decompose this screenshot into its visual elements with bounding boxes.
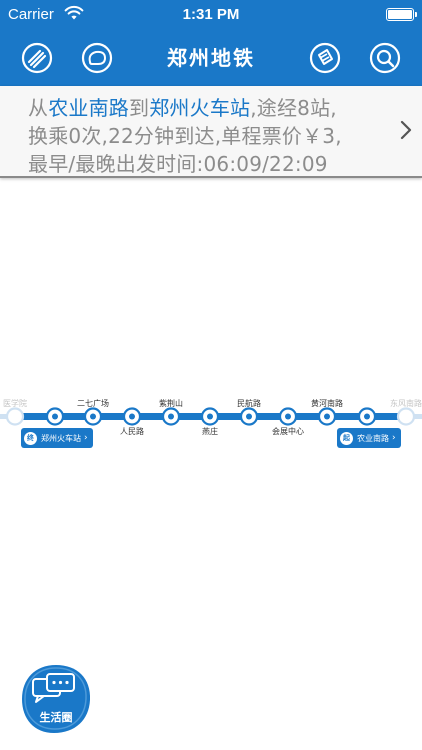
station-dot-center bbox=[207, 413, 213, 420]
station-label[interactable]: 黄河南路 bbox=[311, 398, 343, 409]
station-dot[interactable] bbox=[5, 407, 25, 426]
search-icon[interactable] bbox=[368, 41, 402, 75]
station-label[interactable]: 二七广场 bbox=[77, 398, 109, 409]
station-label[interactable]: 医学院 bbox=[3, 398, 27, 409]
ticket-icon[interactable] bbox=[308, 41, 342, 75]
start-station-tag[interactable]: 起 农业南路 › bbox=[337, 428, 401, 448]
station-label[interactable]: 紫荆山 bbox=[159, 398, 183, 409]
route-summary-line-1: 从农业南路到郑州火车站,途经8站, bbox=[28, 96, 337, 120]
station-dot-center bbox=[168, 413, 174, 420]
chevron-right-icon: › bbox=[84, 433, 88, 443]
end-station-label: 郑州火车站 bbox=[41, 433, 81, 443]
metro-line-graphic bbox=[0, 407, 422, 426]
destination-station: 郑州火车站 bbox=[149, 96, 251, 120]
end-station-tag[interactable]: 终 郑州火车站 › bbox=[21, 428, 93, 448]
station-label[interactable]: 民航路 bbox=[237, 398, 261, 409]
battery-icon bbox=[386, 8, 417, 21]
route-summary-line-3: 最早/最晚出发时间:06:09/22:09 bbox=[28, 152, 328, 176]
life-circle-button[interactable]: 生活圈 bbox=[19, 662, 93, 736]
life-circle-label: 生活圈 bbox=[39, 711, 73, 724]
station-dot[interactable] bbox=[396, 407, 416, 426]
station-label[interactable]: 会展中心 bbox=[272, 426, 304, 437]
nav-bar: 郑州地铁 bbox=[0, 32, 422, 86]
start-station-label: 农业南路 bbox=[357, 433, 389, 443]
station-label[interactable]: 燕庄 bbox=[202, 426, 218, 437]
station-dot-center bbox=[246, 413, 252, 420]
station-dot-center bbox=[129, 413, 135, 420]
station-label[interactable]: 东风南路 bbox=[390, 398, 422, 409]
route-summary[interactable]: 从农业南路到郑州火车站,途经8站, 换乘0次,22分钟到达,单程票价￥3, 最早… bbox=[0, 86, 422, 178]
station-dot-center bbox=[90, 413, 96, 420]
clock: 1:31 PM bbox=[182, 6, 240, 23]
station-dot-center bbox=[52, 413, 58, 420]
page-title: 郑州地铁 bbox=[167, 46, 255, 70]
origin-station: 农业南路 bbox=[48, 96, 130, 120]
station-label[interactable]: 人民路 bbox=[120, 426, 144, 437]
chevron-right-icon[interactable] bbox=[400, 120, 412, 140]
metro-line-map[interactable] bbox=[0, 380, 422, 460]
chevron-right-icon: › bbox=[392, 433, 396, 443]
status-bar: Carrier 1:31 PM bbox=[0, 0, 422, 32]
station-dot-center bbox=[324, 413, 330, 420]
start-badge: 起 bbox=[340, 431, 353, 445]
route-summary-line-2: 换乘0次,22分钟到达,单程票价￥3, bbox=[28, 124, 342, 148]
station-dot-center bbox=[285, 413, 291, 420]
station-dot-center bbox=[364, 413, 370, 420]
end-badge: 终 bbox=[24, 431, 37, 445]
